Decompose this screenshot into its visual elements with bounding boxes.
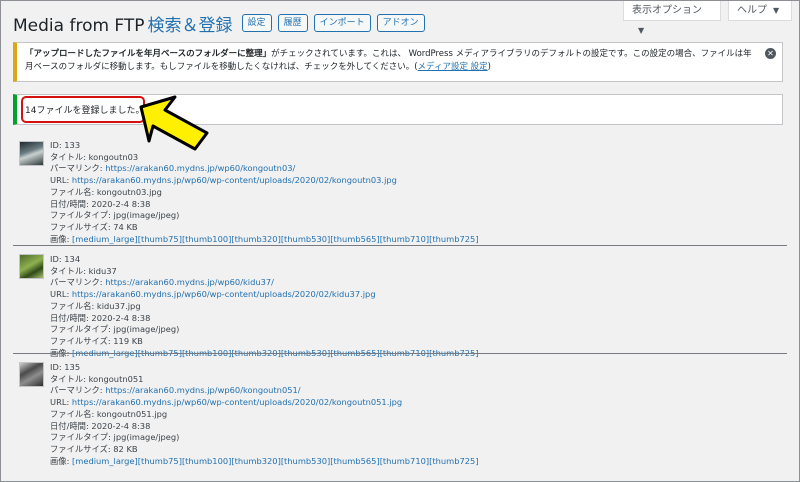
- help-toggle[interactable]: ヘルプ ▼: [728, 1, 792, 21]
- image-size-link[interactable]: [medium_large]: [72, 456, 138, 466]
- image-size-link[interactable]: [thumb100]: [182, 234, 231, 244]
- datetime-value: 2020-2-4 8:38: [91, 420, 151, 431]
- file-thumbnail[interactable]: [19, 362, 44, 387]
- list-item: ID: 135 タイトル: kongoutn051 パーマリンク: https:…: [13, 353, 787, 466]
- url-link[interactable]: https://arakan60.mydns.jp/wp60/wp-conten…: [72, 175, 397, 185]
- screen-options-toggle[interactable]: 表示オプション ▼: [623, 1, 721, 35]
- file-meta: ID: 133 タイトル: kongoutn03 パーマリンク: https:/…: [50, 140, 479, 245]
- warning-notice: 「アップロードしたファイルを年月ベースのフォルダーに整理」がチェックされています…: [13, 42, 783, 82]
- filesize-label: ファイルサイズ:: [50, 335, 114, 346]
- filesize-value: 119 KB: [113, 335, 143, 346]
- id-label: ID:: [50, 254, 65, 264]
- id-value: 134: [64, 254, 81, 264]
- image-size-link[interactable]: [thumb75]: [138, 456, 182, 466]
- filename-value: kongoutn03.jpg: [96, 186, 162, 197]
- list-item: ID: 133 タイトル: kongoutn03 パーマリンク: https:/…: [13, 137, 787, 245]
- datetime-value: 2020-2-4 8:38: [91, 312, 151, 323]
- image-size-link[interactable]: [thumb75]: [138, 234, 182, 244]
- file-thumbnail[interactable]: [19, 141, 44, 166]
- registered-files-list: ID: 133 タイトル: kongoutn03 パーマリンク: https:/…: [13, 137, 787, 466]
- filename-label: ファイル名:: [50, 408, 97, 419]
- image-size-link[interactable]: [thumb725]: [429, 234, 478, 244]
- media-settings-link-tail[interactable]: 設定: [468, 62, 488, 72]
- url-label: URL:: [50, 397, 72, 408]
- url-link[interactable]: https://arakan60.mydns.jp/wp60/wp-conten…: [72, 289, 376, 299]
- id-value: 135: [64, 362, 81, 372]
- filetype-value: jpg(image/jpeg): [113, 324, 180, 335]
- datetime-label: 日付/時間:: [50, 312, 92, 323]
- filetype-label: ファイルタイプ:: [50, 210, 114, 221]
- caret-down-icon: ▼: [773, 6, 780, 15]
- settings-button[interactable]: 設定: [241, 14, 272, 32]
- warning-close-paren: ): [487, 62, 491, 72]
- image-size-link[interactable]: [thumb100]: [182, 456, 231, 466]
- filename-value: kidu37.jpg: [96, 300, 141, 311]
- image-size-link[interactable]: [thumb320]: [231, 456, 280, 466]
- image-size-link[interactable]: [thumb530]: [281, 234, 330, 244]
- id-label: ID:: [50, 362, 65, 372]
- permalink-label: パーマリンク:: [50, 385, 106, 396]
- permalink-link[interactable]: https://arakan60.mydns.jp/wp60/kongoutn0…: [105, 385, 300, 395]
- screen-options-label: 表示オプション: [632, 5, 702, 16]
- filetype-value: jpg(image/jpeg): [113, 432, 180, 443]
- title-row: Media from FTP 検索＆登録 設定 履歴 インポート アドオン: [13, 11, 425, 36]
- permalink-label: パーマリンク:: [50, 277, 106, 288]
- images-label: 画像:: [50, 455, 73, 466]
- title-value: kongoutn03: [88, 151, 139, 162]
- addon-button[interactable]: アドオン: [376, 14, 425, 32]
- list-item: ID: 134 タイトル: kidu37 パーマリンク: https://ara…: [13, 245, 787, 358]
- help-label: ヘルプ: [737, 5, 767, 16]
- title-label: タイトル:: [50, 151, 89, 162]
- image-size-link[interactable]: [medium_large]: [72, 234, 138, 244]
- warning-bold-text: 「アップロードしたファイルを年月ベースのフォルダーに整理」: [25, 49, 272, 59]
- image-size-link[interactable]: [thumb565]: [330, 234, 379, 244]
- url-label: URL:: [50, 289, 72, 300]
- caret-down-icon: ▼: [638, 26, 645, 35]
- permalink-link[interactable]: https://arakan60.mydns.jp/wp60/kongoutn0…: [105, 163, 295, 173]
- filetype-value: jpg(image/jpeg): [113, 210, 180, 221]
- image-size-link[interactable]: [thumb710]: [380, 456, 429, 466]
- file-meta: ID: 134 タイトル: kidu37 パーマリンク: https://ara…: [50, 254, 479, 359]
- image-size-link[interactable]: [thumb710]: [380, 234, 429, 244]
- title-value: kidu37: [88, 265, 117, 276]
- id-label: ID:: [50, 140, 65, 150]
- permalink-link[interactable]: https://arakan60.mydns.jp/wp60/kidu37/: [105, 277, 274, 287]
- page-title: Media from FTP 検索＆登録: [13, 11, 233, 36]
- permalink-label: パーマリンク:: [50, 163, 106, 174]
- title-label: タイトル:: [50, 373, 89, 384]
- image-size-link[interactable]: [thumb565]: [330, 456, 379, 466]
- image-size-link[interactable]: [thumb725]: [429, 456, 478, 466]
- file-meta: ID: 135 タイトル: kongoutn051 パーマリンク: https:…: [50, 362, 479, 467]
- url-link[interactable]: https://arakan60.mydns.jp/wp60/wp-conten…: [72, 397, 402, 407]
- page-title-main: Media from FTP: [13, 15, 145, 36]
- filetype-label: ファイルタイプ:: [50, 432, 114, 443]
- image-size-link[interactable]: [thumb320]: [231, 234, 280, 244]
- image-size-link[interactable]: [thumb530]: [281, 456, 330, 466]
- filesize-value: 82 KB: [113, 443, 138, 454]
- page-title-sub: 検索＆登録: [147, 15, 233, 36]
- filename-value: kongoutn051.jpg: [96, 408, 168, 419]
- import-button[interactable]: インポート: [313, 14, 371, 32]
- filetype-label: ファイルタイプ:: [50, 324, 114, 335]
- datetime-label: 日付/時間:: [50, 198, 92, 209]
- filename-label: ファイル名:: [50, 186, 97, 197]
- dismiss-icon[interactable]: ✕: [765, 48, 776, 59]
- media-settings-link[interactable]: メディア設定: [418, 62, 468, 72]
- images-label: 画像:: [50, 233, 73, 244]
- filename-label: ファイル名:: [50, 300, 97, 311]
- highlight-box: [21, 96, 145, 123]
- url-label: URL:: [50, 175, 72, 186]
- id-value: 133: [64, 140, 81, 150]
- history-button[interactable]: 履歴: [277, 14, 308, 32]
- filesize-value: 74 KB: [113, 221, 138, 232]
- datetime-value: 2020-2-4 8:38: [91, 198, 151, 209]
- file-thumbnail[interactable]: [19, 254, 44, 279]
- filesize-label: ファイルサイズ:: [50, 221, 114, 232]
- title-label: タイトル:: [50, 265, 89, 276]
- title-value: kongoutn051: [88, 373, 144, 384]
- filesize-label: ファイルサイズ:: [50, 443, 114, 454]
- datetime-label: 日付/時間:: [50, 420, 92, 431]
